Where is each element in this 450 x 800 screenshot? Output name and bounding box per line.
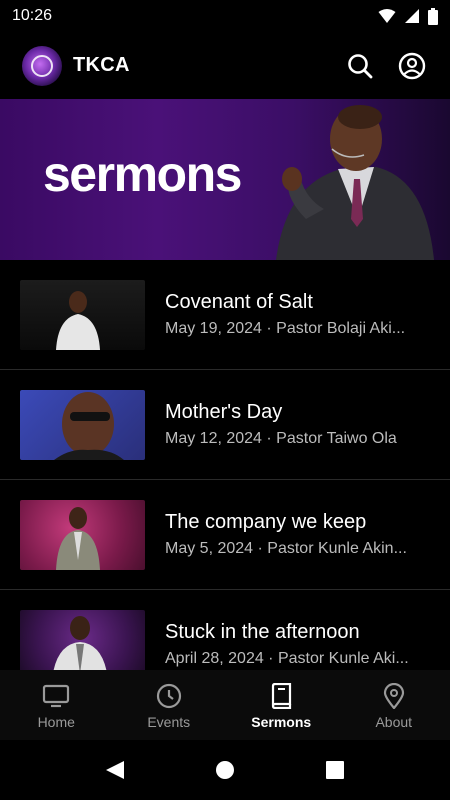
sermon-subtitle: May 12, 2024 · Pastor Taiwo Ola [165,430,397,447]
nav-events-label: Events [147,714,191,730]
bottom-navigation: Home Events Sermons About [0,670,450,740]
system-navigation-bar [0,740,450,800]
back-icon[interactable] [104,759,126,781]
sermon-list: Covenant of Salt May 19, 2024 · Pastor B… [0,260,450,670]
sermon-text: The company we keep May 5, 2024 · Pastor… [165,511,450,558]
sermon-thumbnail [20,389,145,460]
sermon-text: Covenant of Salt May 19, 2024 · Pastor B… [165,291,450,338]
battery-icon [428,7,438,25]
signal-icon [405,9,419,23]
status-icons [378,7,438,25]
search-icon [348,53,373,78]
search-button[interactable] [342,48,378,84]
preacher-image [276,105,434,260]
sermon-row[interactable]: The company we keep May 5, 2024 · Pastor… [0,480,450,590]
sermon-thumbnail [20,279,145,350]
speaker-image [56,290,100,350]
clock-icon [156,683,181,709]
sermon-subtitle: May 5, 2024 · Pastor Kunle Akin... [165,540,407,557]
nav-sermons-label: Sermons [251,714,312,730]
sermon-title: Stuck in the afternoon [165,621,360,643]
speaker-image [53,615,107,670]
sermon-title: Covenant of Salt [165,291,313,313]
sermon-row[interactable]: Mother's Day May 12, 2024 · Pastor Taiwo… [0,370,450,480]
sermon-subtitle: May 19, 2024 · Pastor Bolaji Aki... [165,320,406,337]
sermon-subtitle: April 28, 2024 · Pastor Kunle Aki... [165,650,409,667]
sermon-thumbnail [20,609,145,670]
tv-icon [43,684,70,708]
status-time: 10:26 [12,7,53,24]
speaker-image [54,391,124,460]
logo-mark [31,54,53,77]
account-circle-icon [398,52,426,79]
sermon-row[interactable]: Covenant of Salt May 19, 2024 · Pastor B… [0,260,450,370]
nav-about-label: About [375,714,413,730]
sermon-text: Stuck in the afternoon April 28, 2024 · … [165,621,450,668]
status-bar: 10:26 [0,0,450,32]
sermon-text: Mother's Day May 12, 2024 · Pastor Taiwo… [165,401,450,448]
location-pin-icon [383,683,404,709]
sermon-title: The company we keep [165,511,367,533]
recents-icon[interactable] [324,759,346,781]
home-icon[interactable] [214,759,236,781]
speaker-image [56,506,100,570]
account-button[interactable] [394,48,430,84]
sermon-row[interactable]: Stuck in the afternoon April 28, 2024 · … [0,590,450,670]
nav-sermons[interactable]: Sermons [225,670,338,740]
banner-title: sermons [43,146,242,202]
app-title: TKCA [73,54,130,76]
app-logo [22,45,62,86]
nav-about[interactable]: About [338,670,450,740]
sermon-thumbnail [20,499,145,570]
nav-home-label: Home [37,714,75,730]
wifi-icon [378,9,396,23]
nav-home[interactable]: Home [0,670,113,740]
sermon-title: Mother's Day [165,401,283,423]
sermons-banner: sermons [0,99,450,260]
book-icon [272,683,292,709]
nav-events[interactable]: Events [113,670,226,740]
app-bar: TKCA [0,32,450,99]
